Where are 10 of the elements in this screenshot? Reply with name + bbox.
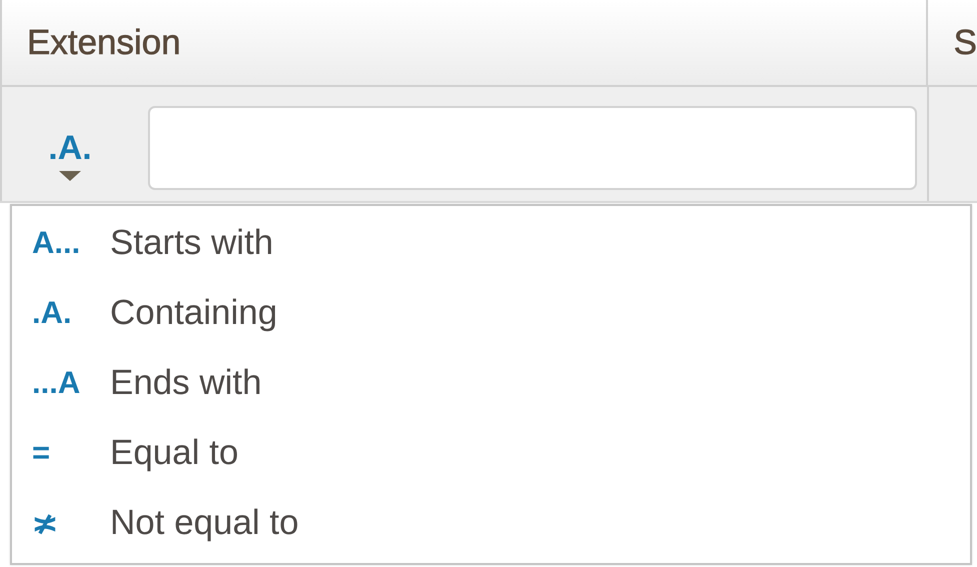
menu-item[interactable]: .A. Containing [12,278,970,348]
menu-item[interactable]: ≭ Not equal to [12,488,970,558]
menu-item[interactable]: ...A Ends with [12,348,970,418]
caret-icon [59,171,81,181]
menu-item[interactable]: A... Starts with [12,208,970,278]
column-header[interactable]: S [928,0,977,85]
column-header[interactable]: Extension [0,0,928,85]
filter-operator-button[interactable]: .A. [38,130,102,181]
filter-field[interactable] [148,106,917,190]
menu-item[interactable]: = Equal to [12,418,970,488]
